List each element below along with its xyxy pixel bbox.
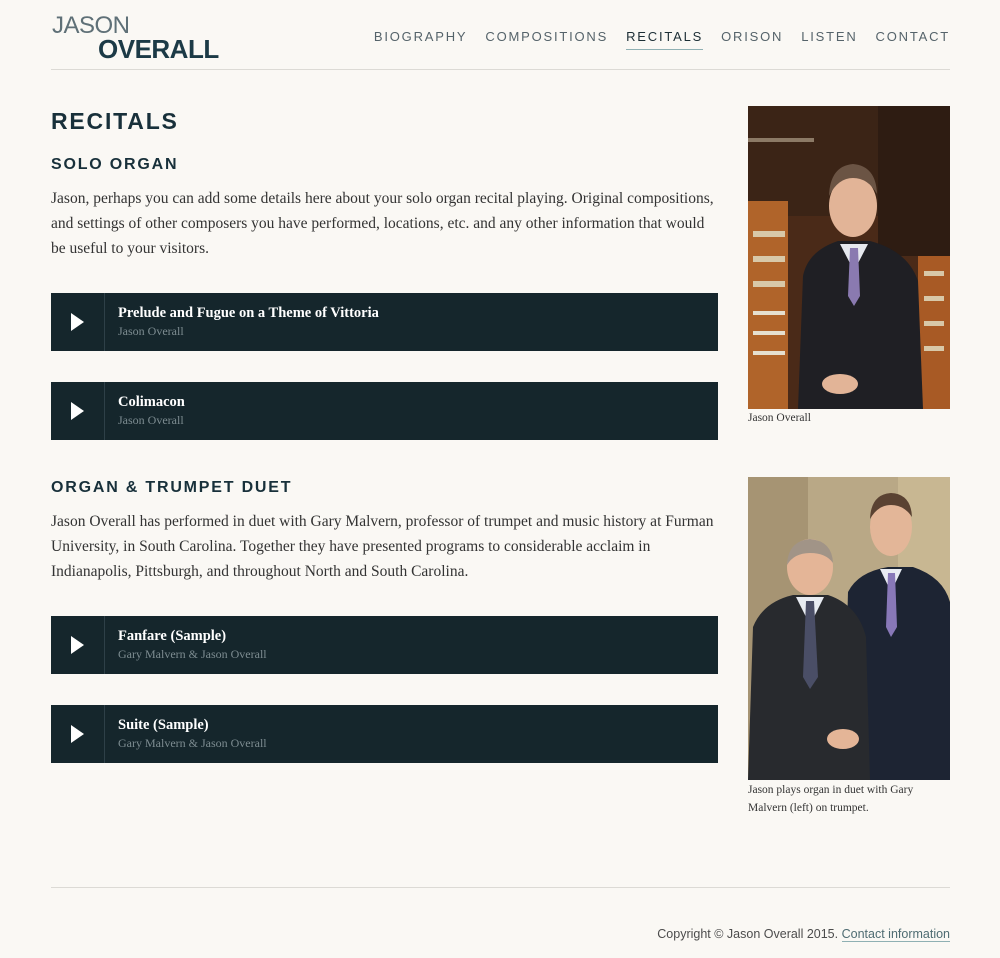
audio-player[interactable]: Fanfare (Sample) Gary Malvern & Jason Ov… [51,616,718,674]
photo-caption: Jason plays organ in duet with Gary Malv… [748,784,914,814]
track-title: Colimacon [118,394,185,410]
site-footer: Copyright © Jason Overall 2015. Contact … [657,927,950,942]
track-artist: Gary Malvern & Jason Overall [118,736,267,750]
section-heading-solo-organ: SOLO ORGAN [51,156,179,173]
nav-orison[interactable]: ORISON [721,29,783,50]
photo-jason-organ [748,106,950,409]
nav-contact[interactable]: CONTACT [876,29,950,50]
play-icon[interactable] [51,616,105,674]
audio-player[interactable]: Suite (Sample) Gary Malvern & Jason Over… [51,705,718,763]
track-artist: Gary Malvern & Jason Overall [118,647,267,661]
photo-caption: Jason Overall [748,412,811,424]
track-artist: Jason Overall [118,324,184,338]
copyright-text: Copyright © Jason Overall 2015. [657,927,839,941]
play-icon[interactable] [51,705,105,763]
section-text-solo-organ: Jason, perhaps you can add some details … [51,190,714,257]
track-title: Prelude and Fugue on a Theme of Vittoria [118,305,379,321]
logo-line-2: OVERALL [98,34,219,64]
nav-recitals[interactable]: RECITALS [626,29,704,50]
nav-biography[interactable]: BIOGRAPHY [374,29,468,50]
section-text-duet: Jason Overall has performed in duet with… [51,513,714,580]
section-heading-duet: ORGAN & TRUMPET DUET [51,479,293,496]
page-title: RECITALS [51,108,179,134]
site-header: JASON OVERALL BIOGRAPHY COMPOSITIONS REC… [51,0,950,70]
footer-divider [51,887,950,888]
audio-player[interactable]: Prelude and Fugue on a Theme of Vittoria… [51,293,718,351]
track-artist: Jason Overall [118,413,184,427]
main-content: RECITALS SOLO ORGAN Jason, perhaps you c… [51,106,718,763]
main-nav: BIOGRAPHY COMPOSITIONS RECITALS ORISON L… [356,29,950,50]
photo-duet [748,477,950,780]
site-logo[interactable]: JASON OVERALL [52,14,219,64]
play-icon[interactable] [51,293,105,351]
contact-information-link[interactable]: Contact information [841,927,950,942]
track-title: Fanfare (Sample) [118,628,227,644]
play-icon[interactable] [51,382,105,440]
nav-compositions[interactable]: COMPOSITIONS [485,29,608,50]
nav-listen[interactable]: LISTEN [801,29,857,50]
track-title: Suite (Sample) [118,717,209,733]
audio-player[interactable]: Colimacon Jason Overall [51,382,718,440]
